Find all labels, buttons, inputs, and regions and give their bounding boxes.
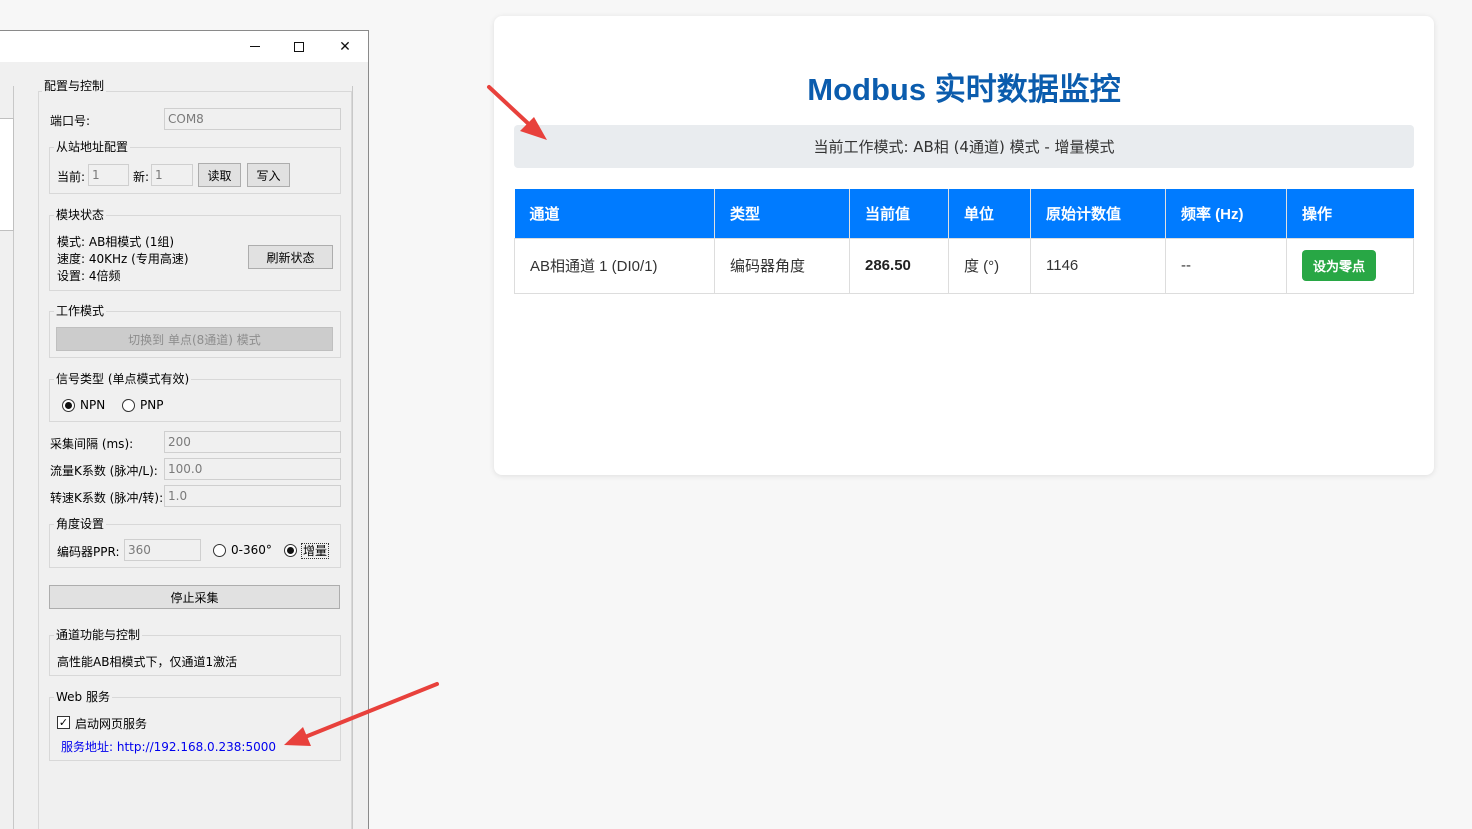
signal-type-group-title: 信号类型 (单点模式有效) bbox=[54, 370, 192, 387]
minimize-button[interactable] bbox=[232, 31, 278, 62]
interval-field[interactable]: 200 bbox=[164, 431, 341, 453]
close-icon: ✕ bbox=[339, 38, 351, 55]
channel-func-group-title: 通道功能与控制 bbox=[54, 626, 143, 643]
enable-web-label: 启动网页服务 bbox=[75, 717, 148, 731]
angle-incremental-label: 增量 bbox=[301, 543, 330, 559]
header-raw: 原始计数值 bbox=[1030, 189, 1166, 238]
maximize-button[interactable] bbox=[276, 31, 322, 62]
speed-k-label: 转速K系数 (脉冲/转): bbox=[50, 491, 164, 505]
cell-value: 286.50 bbox=[849, 237, 949, 294]
table-header-row: 通道 类型 当前值 单位 原始计数值 频率 (Hz) 操作 bbox=[514, 189, 1414, 238]
pnp-radio[interactable] bbox=[122, 399, 135, 412]
right-divider bbox=[352, 86, 353, 829]
header-action: 操作 bbox=[1286, 189, 1414, 238]
slave-group-title: 从站地址配置 bbox=[54, 138, 131, 155]
read-button[interactable]: 读取 bbox=[198, 163, 241, 187]
slave-new-field[interactable]: 1 bbox=[151, 164, 193, 186]
close-button[interactable]: ✕ bbox=[322, 31, 368, 62]
cell-type: 编码器角度 bbox=[714, 237, 850, 294]
left-panel bbox=[0, 86, 14, 829]
slave-new-label: 新: bbox=[133, 170, 150, 184]
npn-label: NPN bbox=[80, 398, 106, 412]
header-freq: 频率 (Hz) bbox=[1165, 189, 1287, 238]
slave-current-field[interactable]: 1 bbox=[88, 164, 129, 186]
angle-0-360-label: 0-360° bbox=[231, 543, 272, 557]
cell-raw: 1146 bbox=[1030, 237, 1166, 294]
switch-mode-button[interactable]: 切换到 单点(8通道) 模式 bbox=[56, 327, 333, 351]
refresh-status-button[interactable]: 刷新状态 bbox=[248, 245, 333, 269]
table-row: AB相通道 1 (DI0/1) 编码器角度 286.50 度 (°) 1146 … bbox=[514, 237, 1414, 294]
enable-web-checkbox[interactable]: ✓ bbox=[57, 716, 70, 729]
page-title: Modbus 实时数据监控 bbox=[807, 72, 1121, 107]
header-value: 当前值 bbox=[849, 189, 949, 238]
ppr-field[interactable]: 360 bbox=[124, 539, 201, 561]
pnp-label: PNP bbox=[140, 398, 164, 412]
module-speed-text: 速度: 40KHz (专用高速) bbox=[57, 252, 189, 266]
write-button[interactable]: 写入 bbox=[247, 163, 290, 187]
data-table: 通道 类型 当前值 单位 原始计数值 频率 (Hz) 操作 AB相通道 1 (D… bbox=[514, 189, 1414, 294]
web-service-group-title: Web 服务 bbox=[54, 688, 112, 705]
cell-unit: 度 (°) bbox=[948, 237, 1031, 294]
flow-k-label: 流量K系数 (脉冲/L): bbox=[50, 464, 158, 478]
cell-channel: AB相通道 1 (DI0/1) bbox=[514, 237, 715, 294]
left-panel-list bbox=[0, 118, 14, 231]
module-mode-text: 模式: AB相模式 (1组) bbox=[57, 235, 175, 249]
stop-collect-button[interactable]: 停止采集 bbox=[49, 585, 340, 609]
ppr-label: 编码器PPR: bbox=[57, 545, 120, 559]
cell-action: 设为零点 bbox=[1286, 237, 1414, 294]
mode-status-bar: 当前工作模式: AB相 (4通道) 模式 - 增量模式 bbox=[514, 125, 1414, 168]
config-group-title: 配置与控制 bbox=[42, 77, 107, 94]
channel-func-text: 高性能AB相模式下，仅通道1激活 bbox=[57, 655, 238, 669]
work-mode-group-title: 工作模式 bbox=[54, 302, 107, 319]
angle-0-360-radio[interactable] bbox=[213, 544, 226, 557]
npn-radio[interactable] bbox=[62, 399, 75, 412]
interval-label: 采集间隔 (ms): bbox=[50, 437, 134, 451]
header-type: 类型 bbox=[714, 189, 850, 238]
module-setting-text: 设置: 4倍频 bbox=[57, 269, 121, 283]
title-bar: ✕ bbox=[0, 31, 368, 62]
port-label: 端口号: bbox=[50, 114, 91, 128]
flow-k-field[interactable]: 100.0 bbox=[164, 458, 341, 480]
header-unit: 单位 bbox=[948, 189, 1031, 238]
minimize-icon bbox=[250, 46, 260, 47]
angle-incremental-radio[interactable] bbox=[284, 544, 297, 557]
cell-freq: -- bbox=[1165, 237, 1287, 294]
speed-k-field[interactable]: 1.0 bbox=[164, 485, 341, 507]
header-channel: 通道 bbox=[514, 189, 715, 238]
slave-current-label: 当前: bbox=[57, 170, 86, 184]
web-monitor-card: Modbus 实时数据监控 当前工作模式: AB相 (4通道) 模式 - 增量模… bbox=[494, 16, 1434, 475]
service-address-link[interactable]: 服务地址: http://192.168.0.238:5000 bbox=[61, 738, 276, 755]
app-window: ✕ 配置与控制 端口号: COM8 从站地址配置 当前: 1 新: 1 读取 写… bbox=[0, 30, 369, 829]
maximize-icon bbox=[294, 41, 304, 52]
angle-group-title: 角度设置 bbox=[54, 515, 107, 532]
port-field[interactable]: COM8 bbox=[164, 108, 341, 130]
set-zero-button[interactable]: 设为零点 bbox=[1302, 250, 1377, 281]
module-status-group-title: 模块状态 bbox=[54, 206, 107, 223]
